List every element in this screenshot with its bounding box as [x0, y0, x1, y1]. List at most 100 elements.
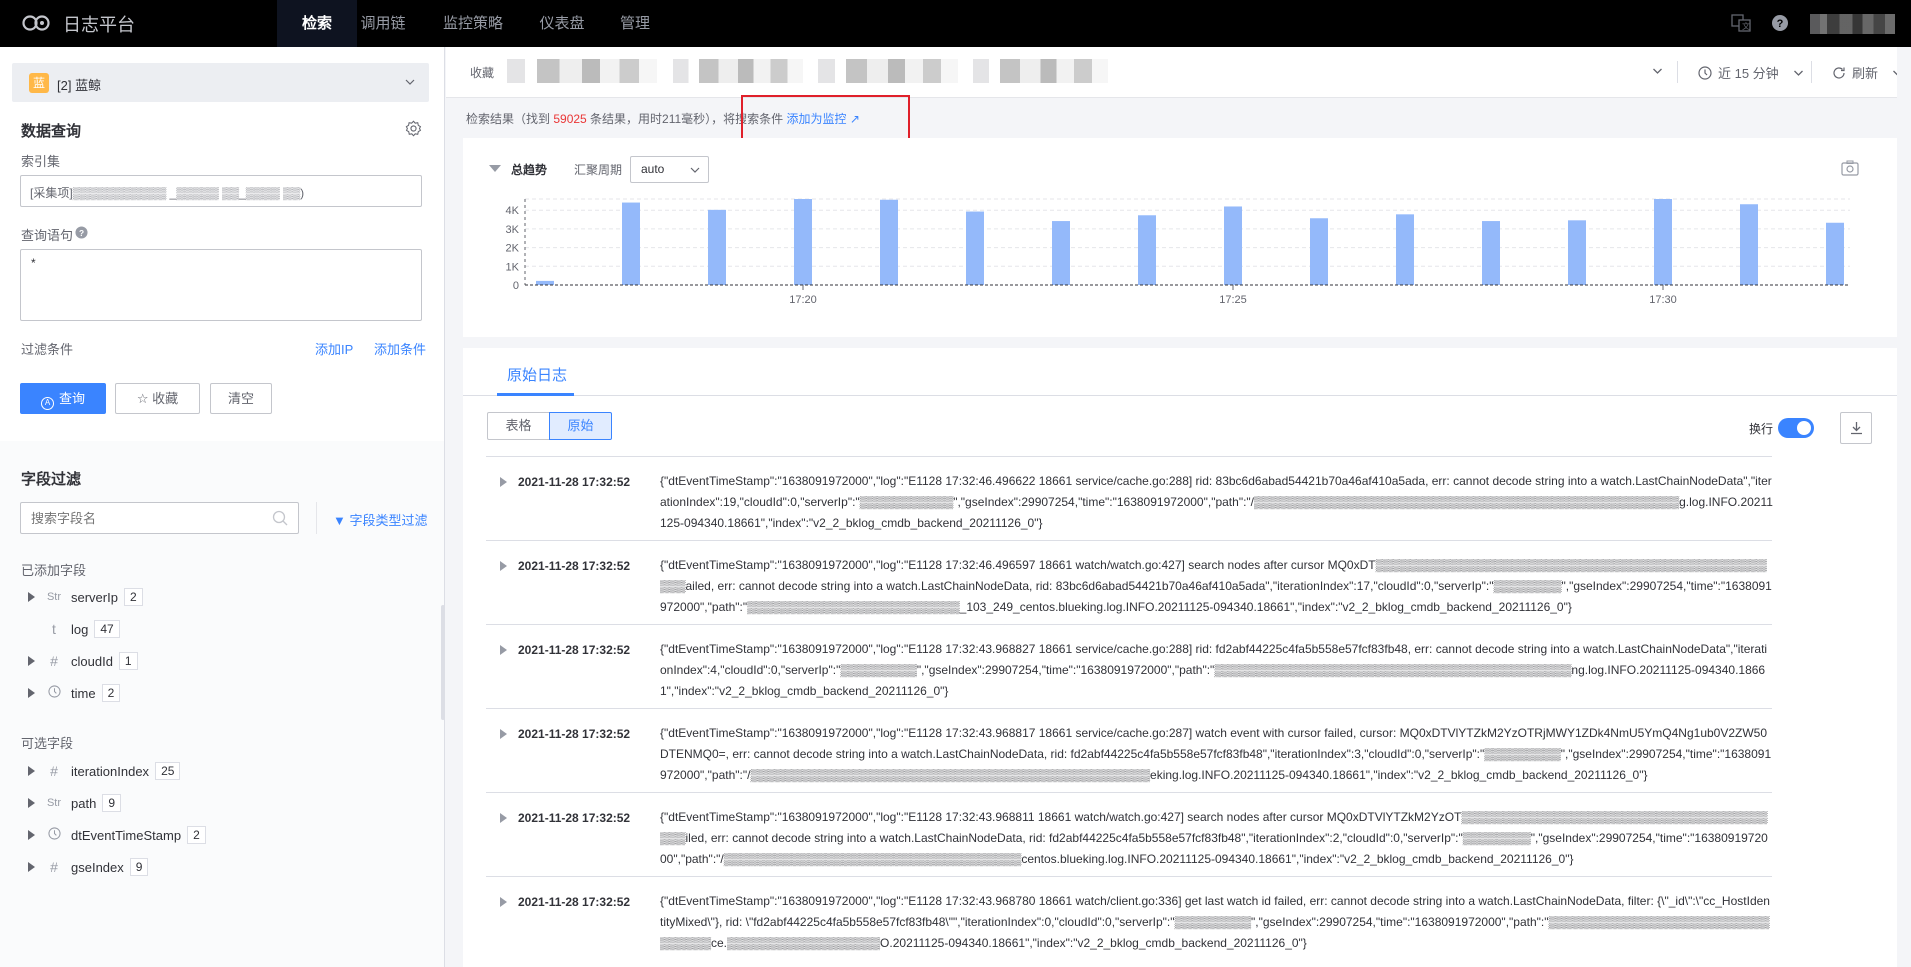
business-selector[interactable]: 蓝 [2] 蓝鲸: [12, 63, 429, 102]
view-raw-button[interactable]: 原始: [549, 412, 612, 440]
field-name: gseIndex: [71, 859, 124, 875]
chevron-down-icon[interactable]: [1652, 67, 1663, 75]
field-name: serverIp: [71, 589, 118, 605]
language-icon[interactable]: 文: [1731, 13, 1751, 33]
divider: [1677, 61, 1678, 83]
nav-manage[interactable]: 管理: [595, 0, 675, 47]
expand-icon[interactable]: [500, 813, 507, 823]
expand-icon[interactable]: [500, 897, 507, 907]
favorites-bar: 收藏 近 15 分钟 刷新: [446, 47, 1911, 98]
field-search-input[interactable]: [20, 502, 299, 534]
time-range-picker[interactable]: 近 15 分钟: [1698, 63, 1804, 82]
log-row: 2021-11-28 17:32:52 {"dtEventTimeStamp":"…: [486, 708, 1772, 792]
gear-icon[interactable]: [405, 120, 422, 137]
bar-17:30: [1654, 199, 1672, 285]
user-avatar-name[interactable]: [1810, 14, 1895, 34]
svg-text:?: ?: [79, 228, 84, 238]
field-item-dtEventTimeStamp[interactable]: dtEventTimeStamp 2: [28, 825, 206, 845]
field-name: path: [71, 795, 97, 811]
query-statement-label: 查询语句: [21, 228, 74, 243]
refresh-button[interactable]: 刷新: [1832, 63, 1903, 82]
expand-icon[interactable]: [28, 766, 35, 776]
field-count-badge: 2: [101, 684, 121, 702]
svg-text:?: ?: [1777, 18, 1784, 30]
favorite-button[interactable]: ☆ 收藏: [115, 383, 200, 414]
help-icon[interactable]: ?: [75, 226, 88, 239]
x-tick-label: 17:30: [1649, 294, 1677, 306]
sidebar-scrollbar[interactable]: [441, 605, 445, 720]
expand-icon[interactable]: [28, 798, 35, 808]
bar-17:25: [1224, 206, 1242, 285]
field-item-iterationIndex[interactable]: # iterationIndex 25: [28, 761, 181, 781]
log-time: 2021-11-28 17:32:52: [518, 475, 631, 489]
query-statement-input[interactable]: *: [20, 249, 422, 321]
field-name: cloudId: [71, 653, 113, 669]
nav-trace[interactable]: 调用链: [343, 0, 423, 47]
field-item-serverIp[interactable]: Str serverIp 2: [28, 587, 143, 607]
clear-button[interactable]: 清空: [210, 383, 272, 414]
bar-17:27: [1396, 214, 1414, 285]
chevron-down-icon: [405, 79, 415, 85]
field-item-time[interactable]: time 2: [28, 683, 121, 703]
expand-icon[interactable]: [28, 688, 35, 698]
favorite-item[interactable]: [507, 59, 657, 83]
expand-icon[interactable]: [28, 656, 35, 666]
bar-17:18: [622, 202, 640, 285]
field-item-cloudId[interactable]: # cloudId 1: [28, 651, 138, 671]
field-item-log[interactable]: t log 47: [28, 619, 120, 639]
log-content: {"dtEventTimeStamp":"1638091972000","log…: [660, 558, 1772, 614]
expand-icon[interactable]: [500, 477, 507, 487]
index-set-label: 索引集: [21, 154, 61, 169]
filter-icon: ▼: [333, 513, 346, 528]
nav-dashboard[interactable]: 仪表盘: [522, 0, 602, 47]
wrap-toggle[interactable]: [1778, 418, 1814, 438]
y-tick-label: 1K: [506, 261, 520, 273]
field-item-path[interactable]: Str path 9: [28, 793, 121, 813]
expand-icon[interactable]: [500, 561, 507, 571]
number-type-icon: #: [50, 653, 58, 669]
expand-icon[interactable]: [28, 592, 35, 602]
query-button-label: 查询: [58, 391, 85, 406]
favorite-item[interactable]: [818, 59, 958, 83]
filter-conditions-label: 过滤条件: [21, 342, 74, 357]
field-type-filter-link[interactable]: ▼ 字段类型过滤: [333, 510, 428, 529]
favorite-item[interactable]: [673, 59, 803, 83]
log-time: 2021-11-28 17:32:52: [518, 643, 631, 657]
view-table-button[interactable]: 表格: [487, 412, 550, 440]
expand-icon[interactable]: [500, 729, 507, 739]
favorite-item[interactable]: [973, 59, 1108, 83]
bar-17:22: [966, 211, 984, 285]
business-label: [2] 蓝鲸: [57, 78, 102, 93]
field-name: iterationIndex: [71, 763, 150, 779]
string-type-icon: Str: [46, 591, 62, 603]
add-condition-link[interactable]: 添加条件: [374, 339, 426, 358]
added-fields-label: 已添加字段: [21, 563, 87, 578]
index-set-select[interactable]: [采集项]▒▒▒▒▒▒▒▒▒▒▒ _▒▒▒▒▒ ▒▒_▒▒▒▒ ▒▒): [20, 175, 422, 207]
string-type-icon: Str: [46, 797, 62, 809]
svg-text:文: 文: [1742, 21, 1750, 31]
field-item-gseIndex[interactable]: # gseIndex 9: [28, 857, 149, 877]
log-row: 2021-11-28 17:32:52 {"dtEventTimeStamp":"…: [486, 456, 1773, 540]
log-time: 2021-11-28 17:32:52: [518, 895, 631, 909]
field-count-badge: 9: [102, 794, 121, 812]
divider: [316, 502, 317, 534]
data-query-title: 数据查询: [21, 123, 82, 140]
expand-icon[interactable]: [28, 862, 35, 872]
download-button[interactable]: [1840, 412, 1872, 444]
tab-divider: [463, 395, 1897, 396]
expand-icon[interactable]: [28, 830, 35, 840]
nav-monitor-strategy[interactable]: 监控策略: [433, 0, 513, 47]
result-count: 59025: [553, 112, 587, 126]
add-ip-link[interactable]: 添加IP: [315, 339, 353, 358]
date-type-icon: [43, 827, 65, 843]
y-tick-label: 0: [513, 280, 519, 292]
log-content: {"dtEventTimeStamp":"1638091972000","log…: [660, 726, 1772, 782]
bar-17:28: [1482, 221, 1500, 285]
field-count-badge: 47: [94, 620, 120, 638]
tab-raw-log[interactable]: 原始日志: [507, 364, 567, 385]
field-name: log: [71, 621, 89, 637]
field-count-badge: 9: [129, 858, 149, 876]
help-icon[interactable]: ?: [1771, 14, 1789, 32]
expand-icon[interactable]: [500, 645, 507, 655]
query-button[interactable]: A 查询: [20, 383, 106, 414]
